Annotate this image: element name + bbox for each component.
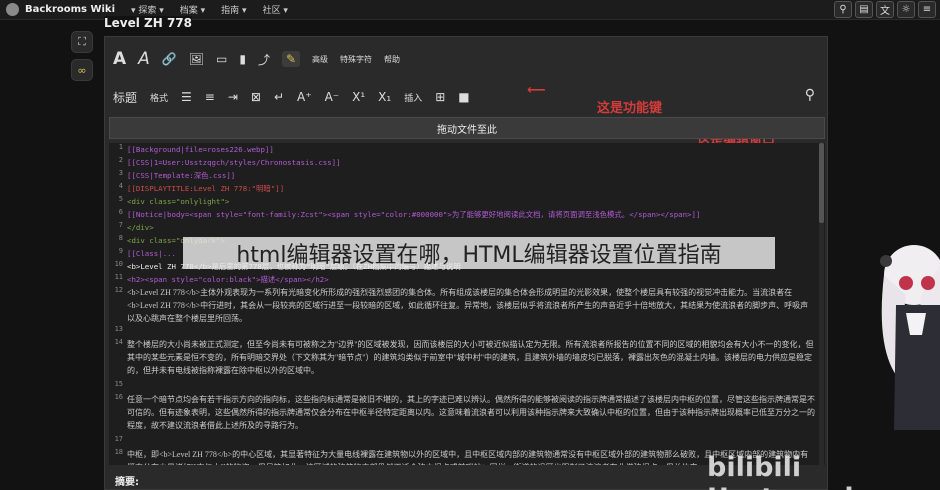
line-number: 12 <box>114 286 123 294</box>
special-chars-menu[interactable]: 特殊字符 <box>340 54 372 65</box>
search-icon[interactable]: ⚲ <box>805 87 815 103</box>
link-icon[interactable]: ∞ <box>71 59 93 81</box>
indent-icon[interactable]: ⇥ <box>228 90 238 104</box>
line-number: 13 <box>114 325 123 333</box>
line-number: 1 <box>118 143 123 151</box>
line-number: 15 <box>114 380 123 388</box>
line-number: 4 <box>118 182 123 190</box>
menu-archive[interactable]: 档案 ▾ <box>180 3 205 16</box>
toolbar-primary: A A 🔗 🖼 ▭ ▮ ⤴ ✎ 高级 特殊字符 帮助 <box>113 45 400 73</box>
code-paragraph: 任意一个暗节点均会有若干指示方向的指向标，这些指向标通常是被旧不堪的，其上的字迹… <box>127 395 815 430</box>
menu-community[interactable]: 社区 ▾ <box>263 3 288 16</box>
menu-guide[interactable]: 指南 ▾ <box>221 3 246 16</box>
search-icon[interactable]: ⚲ <box>834 1 852 18</box>
code-paragraph: 整个楼层的大小尚未被正式测定，但至今尚未有可被称之为"边界"的区域被发现，因而该… <box>127 340 814 375</box>
superscript-icon[interactable]: X¹ <box>352 90 365 104</box>
help-menu[interactable]: 帮助 <box>384 54 400 65</box>
line-number: 18 <box>114 448 123 456</box>
file-icon[interactable]: ▮ <box>239 52 246 66</box>
image-icon[interactable]: 🖼 <box>189 52 204 66</box>
line-number: 8 <box>118 234 123 242</box>
line-number: 7 <box>118 221 123 229</box>
annotation-arrow-left: ⟵ <box>527 83 546 98</box>
site-name[interactable]: Backrooms Wiki <box>25 4 115 15</box>
line-number: 2 <box>118 156 123 164</box>
line-number: 5 <box>118 195 123 203</box>
line-number: 6 <box>118 208 123 216</box>
link-insert-icon[interactable]: 🔗 <box>162 52 177 66</box>
annotation-toolbar: 这是功能键 <box>597 101 663 116</box>
code-line: <h2><span style="color:black">描述</span><… <box>127 275 329 284</box>
anime-character-decoration <box>880 245 940 430</box>
upload-icon[interactable]: ⤴ <box>258 51 270 68</box>
scrollbar-thumb[interactable] <box>819 143 824 223</box>
bullet-list-icon[interactable]: ☰ <box>181 90 192 104</box>
italic-button[interactable]: A <box>138 49 150 69</box>
font-smaller-icon[interactable]: A⁻ <box>325 90 340 104</box>
watermark: bilibili Usstzqgch <box>707 452 864 490</box>
format-button[interactable]: 格式 <box>150 91 168 104</box>
code-line: [[CSS|Template:深色.css]] <box>127 171 236 180</box>
square-icon[interactable]: ■ <box>458 90 469 104</box>
edit-pen-icon[interactable]: ✎ <box>281 51 301 67</box>
insert-button[interactable]: 插入 <box>404 91 422 104</box>
line-number: 9 <box>118 247 123 255</box>
caption-overlay: html编辑器设置在哪，HTML编辑器设置位置指南 <box>183 237 775 269</box>
line-number: 10 <box>114 260 123 268</box>
heading-dropdown[interactable]: 标题 <box>113 89 137 106</box>
code-line: [[CSS|1=User:Usstzqgch/styles/Chronostas… <box>127 158 341 167</box>
fullscreen-icon[interactable]: ⛶ <box>71 31 93 53</box>
editor-scrollbar[interactable] <box>819 143 824 465</box>
bold-button[interactable]: A <box>113 49 126 69</box>
toolbar-secondary: 标题 格式 ☰ ≡ ⇥ ⊠ ↵ A⁺ A⁻ X¹ X₁ 插入 ⊞ ■ <box>113 85 470 109</box>
file-drop-zone[interactable]: 拖动文件至此 <box>109 117 825 139</box>
menu-icon[interactable]: ≡ <box>918 1 936 18</box>
code-area[interactable]: 1 [[Background|file=roses226.webp]] 2 [[… <box>109 143 825 465</box>
line-number: 16 <box>114 393 123 401</box>
page-title: Level ZH 778 <box>104 16 193 30</box>
code-line: [[Background|file=roses226.webp]] <box>127 145 274 154</box>
site-logo[interactable] <box>6 3 19 16</box>
gallery-icon[interactable]: ▭ <box>216 52 227 66</box>
newline-icon[interactable]: ↵ <box>274 90 284 104</box>
translate-icon[interactable]: 文 <box>876 1 894 18</box>
font-bigger-icon[interactable]: A⁺ <box>297 90 312 104</box>
code-paragraph: <b>Level ZH 778</b>主体外观表现为一系列有光暗变化所形成的强烈… <box>127 288 809 323</box>
advanced-menu[interactable]: 高级 <box>312 54 328 65</box>
numbered-list-icon[interactable]: ≡ <box>205 90 215 104</box>
no-format-icon[interactable]: ⊠ <box>251 90 261 104</box>
line-number: 11 <box>114 273 123 281</box>
line-number: 3 <box>118 169 123 177</box>
line-number: 17 <box>114 435 123 443</box>
chat-icon[interactable]: ▤ <box>855 1 873 18</box>
menu-explore[interactable]: ▾ 探索 ▾ <box>131 3 164 16</box>
top-right-icons: ⚲ ▤ 文 ☼ ≡ <box>834 1 936 18</box>
theme-icon[interactable]: ☼ <box>897 1 915 18</box>
table-icon[interactable]: ⊞ <box>435 90 445 104</box>
code-line: <div class="onlylight"> <box>127 197 230 206</box>
code-line: [[Notice|body=<span style="font-family:Z… <box>127 210 701 219</box>
code-line: </div> <box>127 223 154 232</box>
line-number: 14 <box>114 338 123 346</box>
subscript-icon[interactable]: X₁ <box>378 90 391 104</box>
code-line: [[DISPLAYTITLE:Level ZH 778:"明暗"]] <box>127 184 285 193</box>
